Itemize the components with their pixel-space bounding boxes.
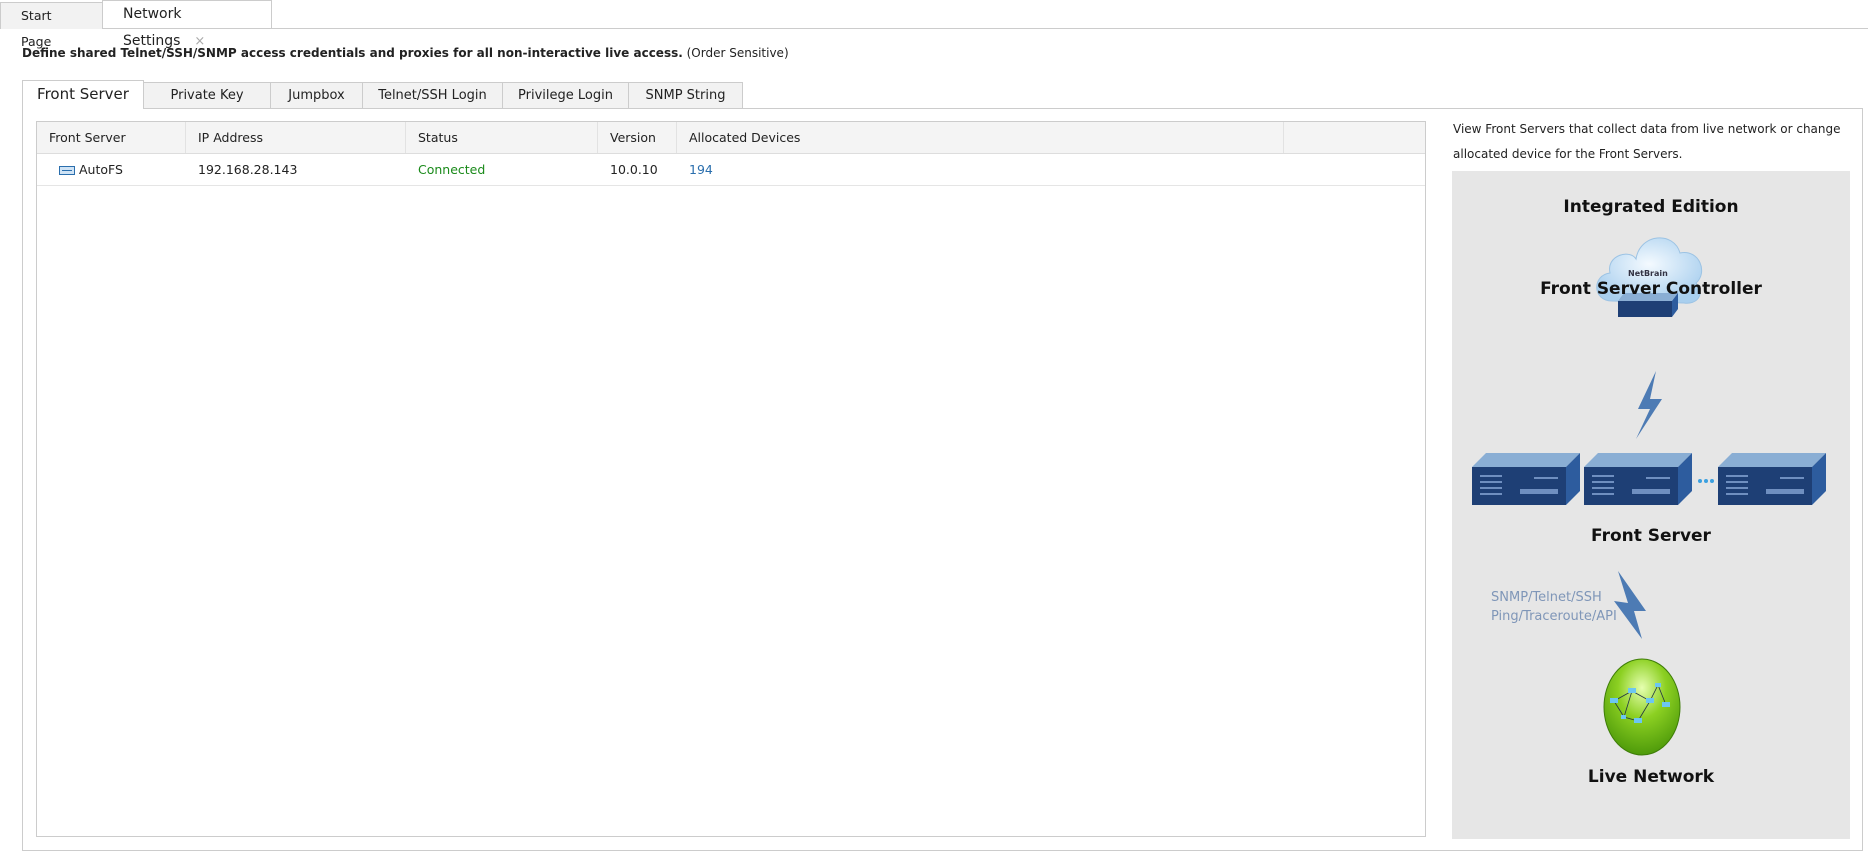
cell-front-server: AutoFS [47, 154, 123, 185]
cell-status: Connected [418, 162, 486, 177]
protocols-line: SNMP/Telnet/SSH [1491, 590, 1602, 605]
column-allocated-devices[interactable]: Allocated Devices [677, 122, 1284, 153]
tab-label: Telnet/SSH Login [378, 88, 487, 103]
tab-network-settings[interactable]: Network Settings × [102, 0, 272, 49]
server-icon [59, 166, 75, 175]
lightning-icon [1614, 571, 1646, 639]
lightning-icon [1636, 371, 1662, 439]
front-server-table: Front Server IP Address Status Version A… [36, 121, 1426, 837]
live-network-globe-icon [1603, 658, 1681, 756]
info-text: View Front Servers that collect data fro… [1453, 122, 1841, 161]
front-servers-icon [1472, 453, 1826, 505]
tab-label: Start Page [21, 8, 52, 49]
tab-label: Private Key [170, 88, 244, 103]
protocols-line: Ping/Traceroute/API [1491, 609, 1617, 624]
front-server-label: Front Server [1591, 526, 1711, 546]
tab-jumpbox[interactable]: Jumpbox [270, 82, 363, 109]
controller-label: Front Server Controller [1540, 279, 1762, 299]
table-row[interactable]: AutoFS 192.168.28.143 Connected 10.0.10 … [37, 154, 1425, 186]
netbrain-logo: NetBrain [1628, 269, 1668, 278]
tab-telnet-ssh-login[interactable]: Telnet/SSH Login [362, 82, 503, 109]
tab-label: SNMP String [645, 88, 726, 103]
tab-label: Network Settings [123, 6, 182, 49]
diagram-title: Integrated Edition [1563, 197, 1739, 217]
protocols-label: SNMP/Telnet/SSH Ping/Traceroute/API [1491, 588, 1617, 626]
allocated-devices-link[interactable]: 194 [677, 154, 713, 185]
tab-label: Jumpbox [288, 88, 345, 103]
description-note: (Order Sensitive) [686, 46, 789, 60]
architecture-diagram: Integrated Edition NetBrain Front Server… [1452, 171, 1850, 839]
tab-front-server[interactable]: Front Server [22, 80, 144, 109]
server-name: AutoFS [78, 162, 123, 177]
tab-snmp-string[interactable]: SNMP String [628, 82, 743, 109]
live-network-label: Live Network [1587, 767, 1715, 787]
tab-label: Privilege Login [518, 88, 613, 103]
page-description: Define shared Telnet/SSH/SNMP access cre… [22, 46, 789, 60]
tab-label: Front Server [37, 85, 129, 103]
cell-version: 10.0.10 [610, 162, 658, 177]
column-ip-address[interactable]: IP Address [186, 122, 406, 153]
tab-privilege-login[interactable]: Privilege Login [502, 82, 629, 109]
document-tabs: Start Page Network Settings × [0, 0, 1868, 49]
column-version[interactable]: Version [598, 122, 677, 153]
cloud-icon: NetBrain [1596, 237, 1702, 317]
tab-start-page[interactable]: Start Page [0, 2, 103, 49]
column-status[interactable]: Status [406, 122, 598, 153]
description-text: Define shared Telnet/SSH/SNMP access cre… [22, 46, 683, 60]
column-front-server[interactable]: Front Server [37, 122, 186, 153]
tab-private-key[interactable]: Private Key [143, 82, 271, 109]
table-header: Front Server IP Address Status Version A… [37, 122, 1425, 154]
cell-ip: 192.168.28.143 [198, 162, 298, 177]
